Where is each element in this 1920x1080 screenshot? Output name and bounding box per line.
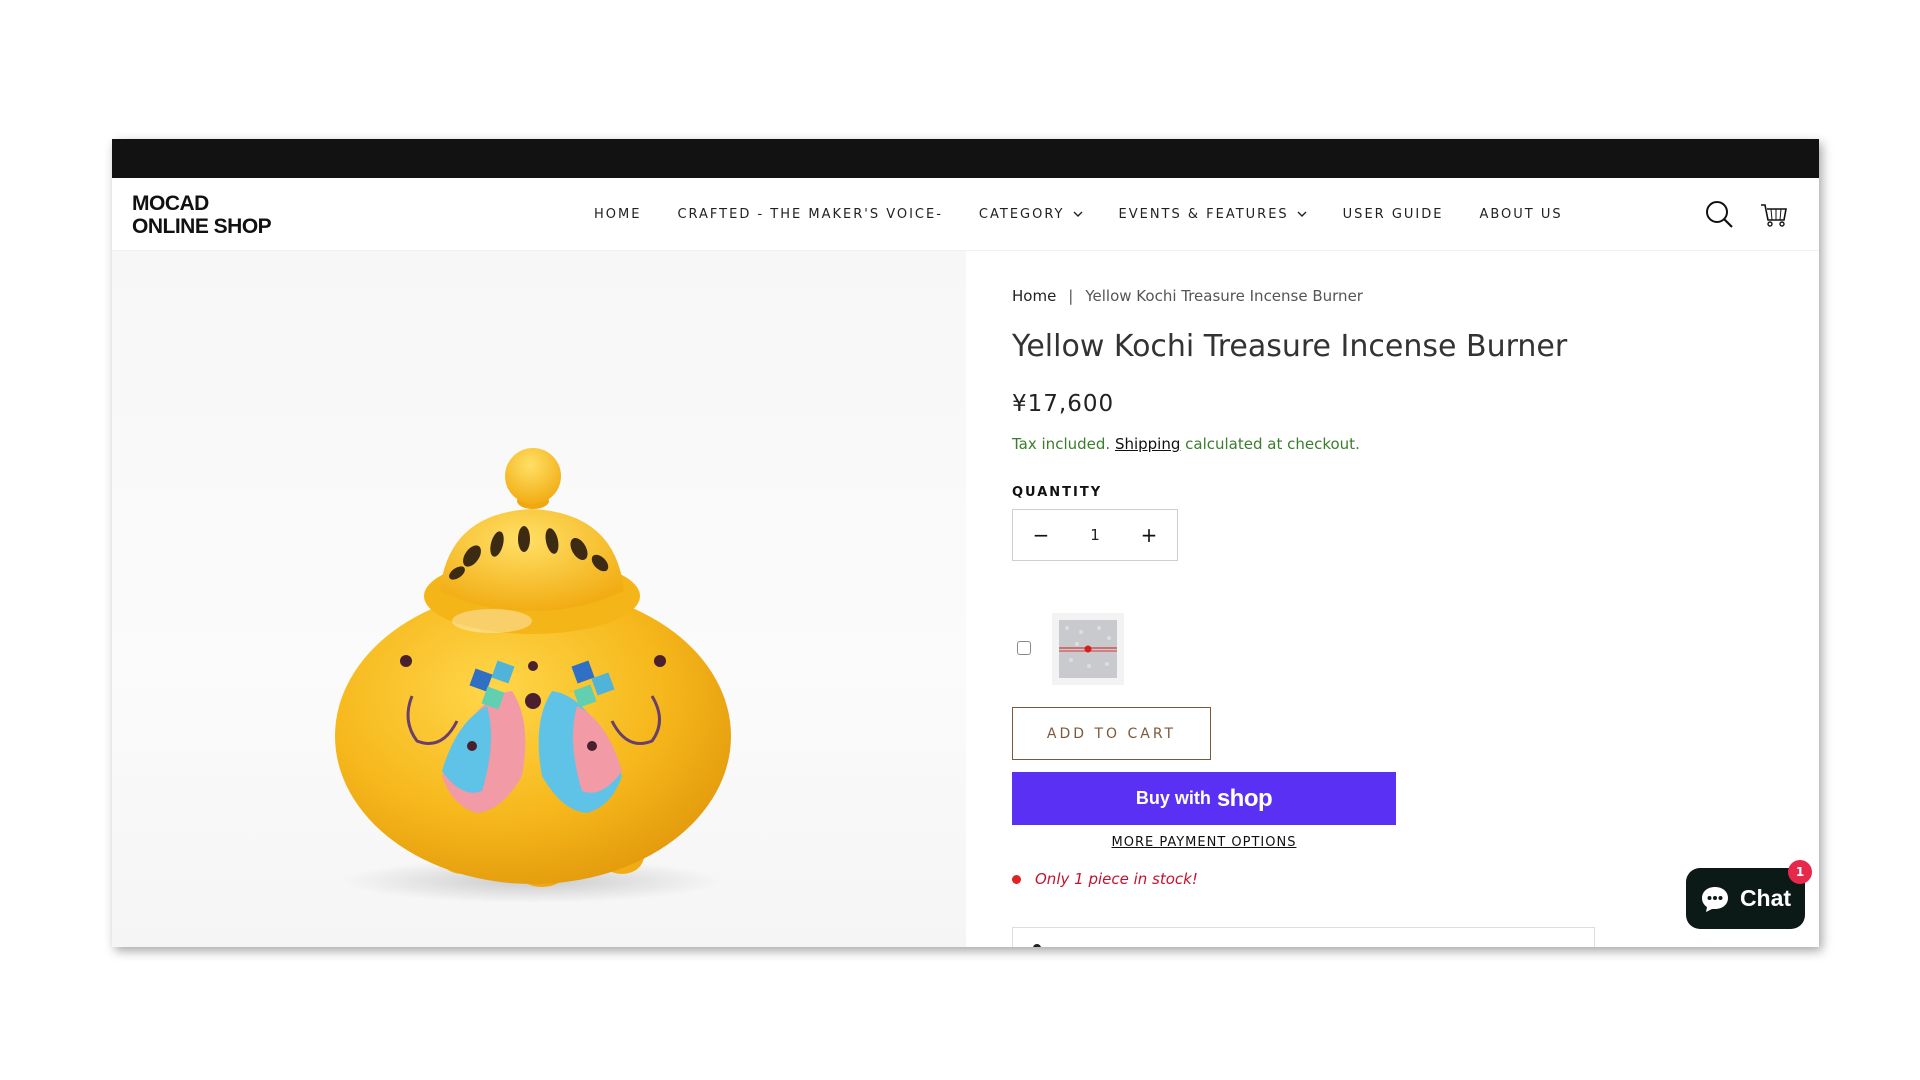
main-nav: HOME CRAFTED - THE MAKER'S VOICE- CATEGO… [594,178,1563,250]
product-image[interactable] [112,251,966,947]
shipping-link[interactable]: Shipping [1115,435,1180,453]
stock-notice: Only 1 piece in stock! [1012,870,1198,888]
tax-suffix: calculated at checkout. [1185,435,1360,453]
tax-prefix: Tax included. [1012,435,1111,453]
more-payment-options-link[interactable]: MORE PAYMENT OPTIONS [1012,835,1396,850]
site-header: MOCAD ONLINE SHOP HOME CRAFTED - THE MAK… [112,178,1819,251]
chat-label: Chat [1739,885,1792,911]
product-details-collapsible[interactable] [1012,927,1595,947]
tax-note: Tax included. Shipping calculated at che… [1012,435,1360,453]
search-icon[interactable] [1704,199,1734,229]
nav-home[interactable]: HOME [594,207,641,222]
nav-category[interactable]: CATEGORY [979,207,1083,222]
nav-about-us[interactable]: ABOUT US [1479,207,1562,222]
logo-line1: MOCAD [132,192,209,215]
chevron-down-icon [1073,211,1082,217]
chat-notification-badge: 1 [1788,860,1812,884]
nav-user-guide[interactable]: USER GUIDE [1343,207,1444,222]
nav-events-label: EVENTS & FEATURES [1118,206,1289,222]
buy-with-shop-button[interactable]: Buy with shop [1012,772,1396,825]
add-to-cart-button[interactable]: ADD TO CART [1012,707,1211,760]
product-title: Yellow Kochi Treasure Incense Burner [1012,329,1568,364]
gift-wrap-image [1059,620,1117,678]
chat-bubble-icon [1701,886,1728,912]
shop-pay-prefix: Buy with [1135,788,1211,808]
nav-home-label: HOME [594,206,642,222]
nav-category-label: CATEGORY [978,206,1065,222]
shop-pay-brand: shop [1216,784,1273,812]
nav-about-us-label: ABOUT US [1479,206,1563,222]
incense-burner-photo [335,448,731,903]
bullet-icon [1033,944,1041,947]
browser-window: MOCAD ONLINE SHOP HOME CRAFTED - THE MAK… [112,139,1819,947]
cart-icon[interactable] [1759,199,1789,229]
nav-crafted-label: CRAFTED - THE MAKER'S VOICE- [677,206,943,222]
quantity-label: QUANTITY [1012,485,1103,500]
quantity-input[interactable]: 1 [1090,526,1100,544]
nav-crafted[interactable]: CRAFTED - THE MAKER'S VOICE- [677,207,942,222]
stock-message: Only 1 piece in stock! [1035,870,1198,888]
site-logo[interactable]: MOCAD ONLINE SHOP [132,192,272,238]
breadcrumb-separator: | [1068,287,1074,305]
chevron-down-icon [1297,211,1307,217]
gift-wrap-thumbnail [1052,613,1124,685]
quantity-stepper: − 1 + [1012,509,1178,561]
quantity-increase-button[interactable]: + [1121,510,1177,560]
announcement-bar [112,139,1819,178]
nav-user-guide-label: USER GUIDE [1342,206,1444,222]
nav-events[interactable]: EVENTS & FEATURES [1119,207,1307,222]
logo-line2: ONLINE SHOP [132,215,272,238]
product-info: Home | Yellow Kochi Treasure Incense Burne… [1012,251,1712,947]
chat-button[interactable]: Chat [1686,868,1805,929]
breadcrumb: Home | Yellow Kochi Treasure Incense Burne… [1012,287,1363,305]
stock-dot-icon [1012,874,1021,884]
product-price: ¥17,600 [1012,391,1115,417]
breadcrumb-home[interactable]: Home [1012,287,1056,305]
quantity-decrease-button[interactable]: − [1013,510,1069,560]
breadcrumb-current: Yellow Kochi Treasure Incense Burner [1085,287,1363,305]
gift-wrap-checkbox[interactable] [1017,641,1031,655]
